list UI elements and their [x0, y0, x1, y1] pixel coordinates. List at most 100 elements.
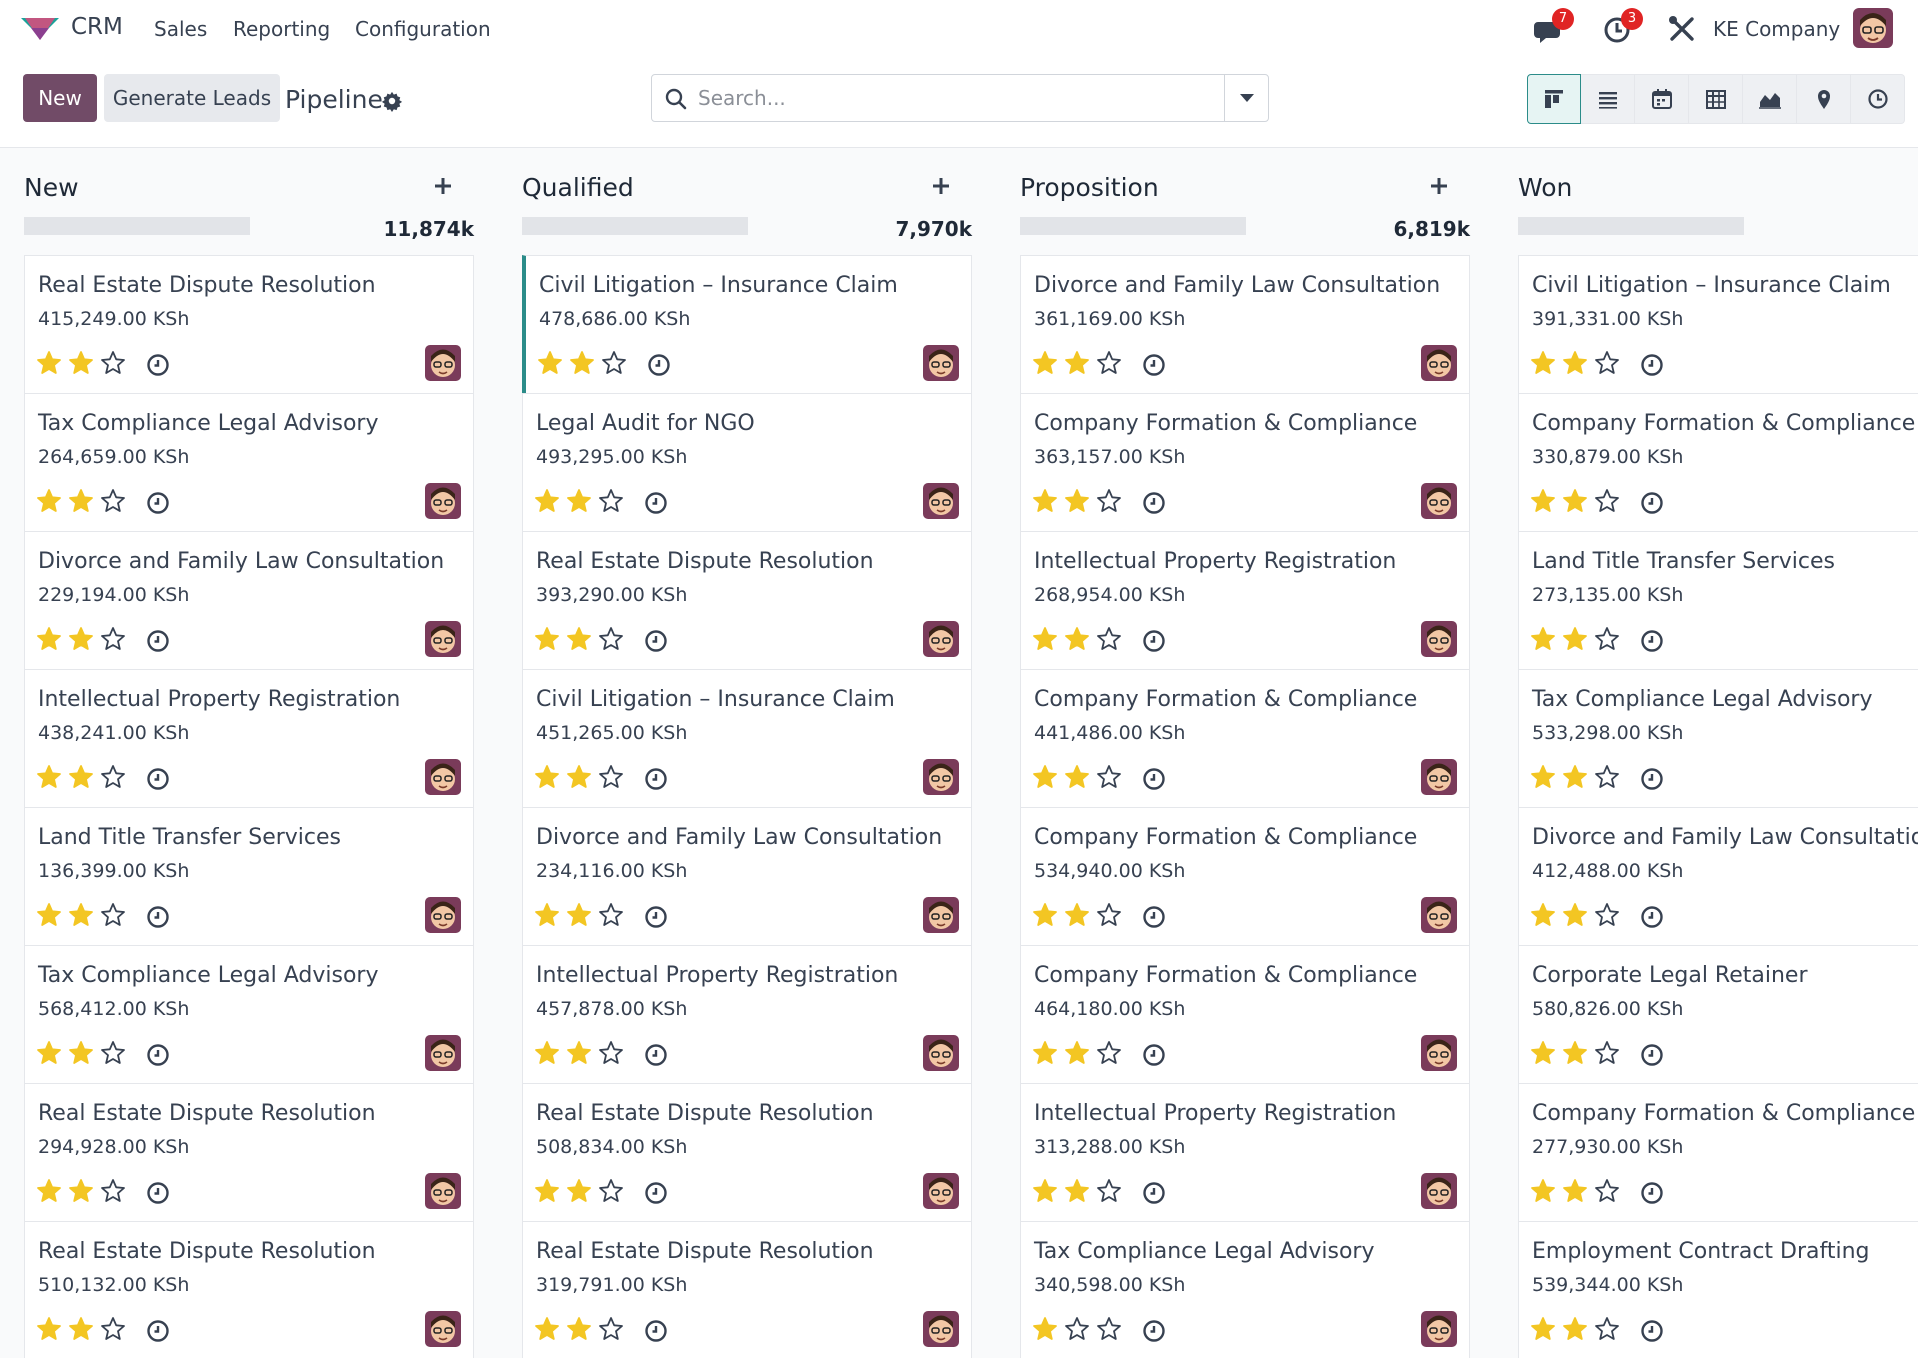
clock-icon[interactable] — [145, 1180, 171, 1206]
star-filled-icon[interactable] — [1064, 902, 1090, 928]
star-filled-icon[interactable] — [566, 626, 592, 652]
salesperson-avatar[interactable] — [1421, 483, 1457, 519]
star-filled-icon[interactable] — [1032, 1316, 1058, 1342]
plus-icon[interactable] — [1428, 175, 1450, 197]
star-empty-icon[interactable] — [1594, 626, 1620, 652]
lead-card[interactable]: Tax Compliance Legal Advisory 340,598.00 … — [1020, 1221, 1470, 1358]
company-switcher[interactable]: KE Company — [1713, 17, 1840, 41]
star-filled-icon[interactable] — [68, 902, 94, 928]
clock-icon[interactable] — [145, 1318, 171, 1344]
salesperson-avatar[interactable] — [425, 759, 461, 795]
lead-card[interactable]: Land Title Transfer Services 273,135.00 K… — [1518, 531, 1918, 670]
lead-card[interactable]: Intellectual Property Registration 268,95… — [1020, 531, 1470, 670]
clock-icon[interactable] — [643, 1042, 669, 1068]
star-empty-icon[interactable] — [100, 902, 126, 928]
clock-icon[interactable] — [1639, 1318, 1665, 1344]
salesperson-avatar[interactable] — [1421, 1173, 1457, 1209]
star-empty-icon[interactable] — [1096, 350, 1122, 376]
salesperson-avatar[interactable] — [923, 897, 959, 933]
map-view-button[interactable] — [1797, 74, 1851, 124]
salesperson-avatar[interactable] — [1421, 1311, 1457, 1347]
star-filled-icon[interactable] — [1562, 1040, 1588, 1066]
star-filled-icon[interactable] — [534, 1040, 560, 1066]
kanban-view-button[interactable] — [1527, 74, 1581, 124]
star-filled-icon[interactable] — [1032, 488, 1058, 514]
star-filled-icon[interactable] — [36, 1316, 62, 1342]
star-empty-icon[interactable] — [1096, 1040, 1122, 1066]
clock-icon[interactable] — [145, 490, 171, 516]
lead-card[interactable]: Company Formation & Compliance 330,879.00… — [1518, 393, 1918, 532]
salesperson-avatar[interactable] — [1421, 759, 1457, 795]
star-filled-icon[interactable] — [1562, 902, 1588, 928]
star-filled-icon[interactable] — [566, 764, 592, 790]
star-filled-icon[interactable] — [1530, 902, 1556, 928]
star-empty-icon[interactable] — [1594, 902, 1620, 928]
star-filled-icon[interactable] — [68, 1178, 94, 1204]
lead-card[interactable]: Civil Litigation – Insurance Claim 451,26… — [522, 669, 972, 808]
clock-icon[interactable] — [643, 628, 669, 654]
lead-card[interactable]: Company Formation & Compliance 441,486.00… — [1020, 669, 1470, 808]
star-filled-icon[interactable] — [68, 1040, 94, 1066]
star-filled-icon[interactable] — [534, 626, 560, 652]
clock-icon[interactable] — [1639, 490, 1665, 516]
star-empty-icon[interactable] — [598, 764, 624, 790]
lead-card[interactable]: Divorce and Family Law Consultation 361,1… — [1020, 255, 1470, 394]
star-filled-icon[interactable] — [1530, 1040, 1556, 1066]
generate-leads-button[interactable]: Generate Leads — [104, 74, 280, 122]
clock-icon[interactable] — [643, 766, 669, 792]
salesperson-avatar[interactable] — [425, 897, 461, 933]
star-empty-icon[interactable] — [1096, 626, 1122, 652]
column-title[interactable]: Qualified — [522, 173, 634, 202]
lead-card[interactable]: Company Formation & Compliance 363,157.00… — [1020, 393, 1470, 532]
star-empty-icon[interactable] — [1096, 764, 1122, 790]
pivot-view-button[interactable] — [1689, 74, 1743, 124]
clock-icon[interactable] — [1141, 766, 1167, 792]
lead-card[interactable]: Tax Compliance Legal Advisory 568,412.00 … — [24, 945, 474, 1084]
salesperson-avatar[interactable] — [1421, 621, 1457, 657]
clock-icon[interactable] — [1639, 628, 1665, 654]
salesperson-avatar[interactable] — [923, 483, 959, 519]
star-filled-icon[interactable] — [1032, 764, 1058, 790]
gear-icon[interactable] — [381, 90, 403, 112]
star-empty-icon[interactable] — [598, 1178, 624, 1204]
star-empty-icon[interactable] — [1096, 902, 1122, 928]
lead-card[interactable]: Real Estate Dispute Resolution 393,290.00… — [522, 531, 972, 670]
salesperson-avatar[interactable] — [923, 1311, 959, 1347]
column-progress-bar[interactable] — [1020, 217, 1246, 235]
star-empty-icon[interactable] — [1594, 1040, 1620, 1066]
star-filled-icon[interactable] — [68, 626, 94, 652]
star-empty-icon[interactable] — [1594, 1316, 1620, 1342]
lead-card[interactable]: Civil Litigation – Insurance Claim 478,68… — [522, 255, 972, 394]
star-filled-icon[interactable] — [1530, 626, 1556, 652]
star-filled-icon[interactable] — [1032, 902, 1058, 928]
lead-card[interactable]: Corporate Legal Retainer 580,826.00 KSh — [1518, 945, 1918, 1084]
salesperson-avatar[interactable] — [425, 345, 461, 381]
lead-card[interactable]: Intellectual Property Registration 457,87… — [522, 945, 972, 1084]
star-filled-icon[interactable] — [534, 764, 560, 790]
salesperson-avatar[interactable] — [425, 621, 461, 657]
lead-card[interactable]: Land Title Transfer Services 136,399.00 K… — [24, 807, 474, 946]
clock-icon[interactable] — [1141, 1180, 1167, 1206]
clock-icon[interactable] — [145, 1042, 171, 1068]
lead-card[interactable]: Employment Contract Drafting 539,344.00 K… — [1518, 1221, 1918, 1358]
lead-card[interactable]: Tax Compliance Legal Advisory 264,659.00 … — [24, 393, 474, 532]
salesperson-avatar[interactable] — [1421, 1035, 1457, 1071]
star-filled-icon[interactable] — [36, 488, 62, 514]
star-filled-icon[interactable] — [36, 1040, 62, 1066]
star-empty-icon[interactable] — [1096, 1178, 1122, 1204]
clock-icon[interactable] — [145, 904, 171, 930]
star-empty-icon[interactable] — [601, 350, 627, 376]
star-filled-icon[interactable] — [1064, 1178, 1090, 1204]
star-filled-icon[interactable] — [566, 902, 592, 928]
clock-icon[interactable] — [1141, 352, 1167, 378]
lead-card[interactable]: Real Estate Dispute Resolution 294,928.00… — [24, 1083, 474, 1222]
app-name[interactable]: CRM — [71, 14, 123, 40]
star-empty-icon[interactable] — [598, 488, 624, 514]
clock-icon[interactable] — [643, 1180, 669, 1206]
star-filled-icon[interactable] — [1032, 1178, 1058, 1204]
lead-card[interactable]: Real Estate Dispute Resolution 319,791.00… — [522, 1221, 972, 1358]
menu-reporting[interactable]: Reporting — [233, 17, 330, 41]
column-progress-bar[interactable] — [24, 217, 250, 235]
clock-icon[interactable] — [1639, 904, 1665, 930]
salesperson-avatar[interactable] — [425, 1173, 461, 1209]
